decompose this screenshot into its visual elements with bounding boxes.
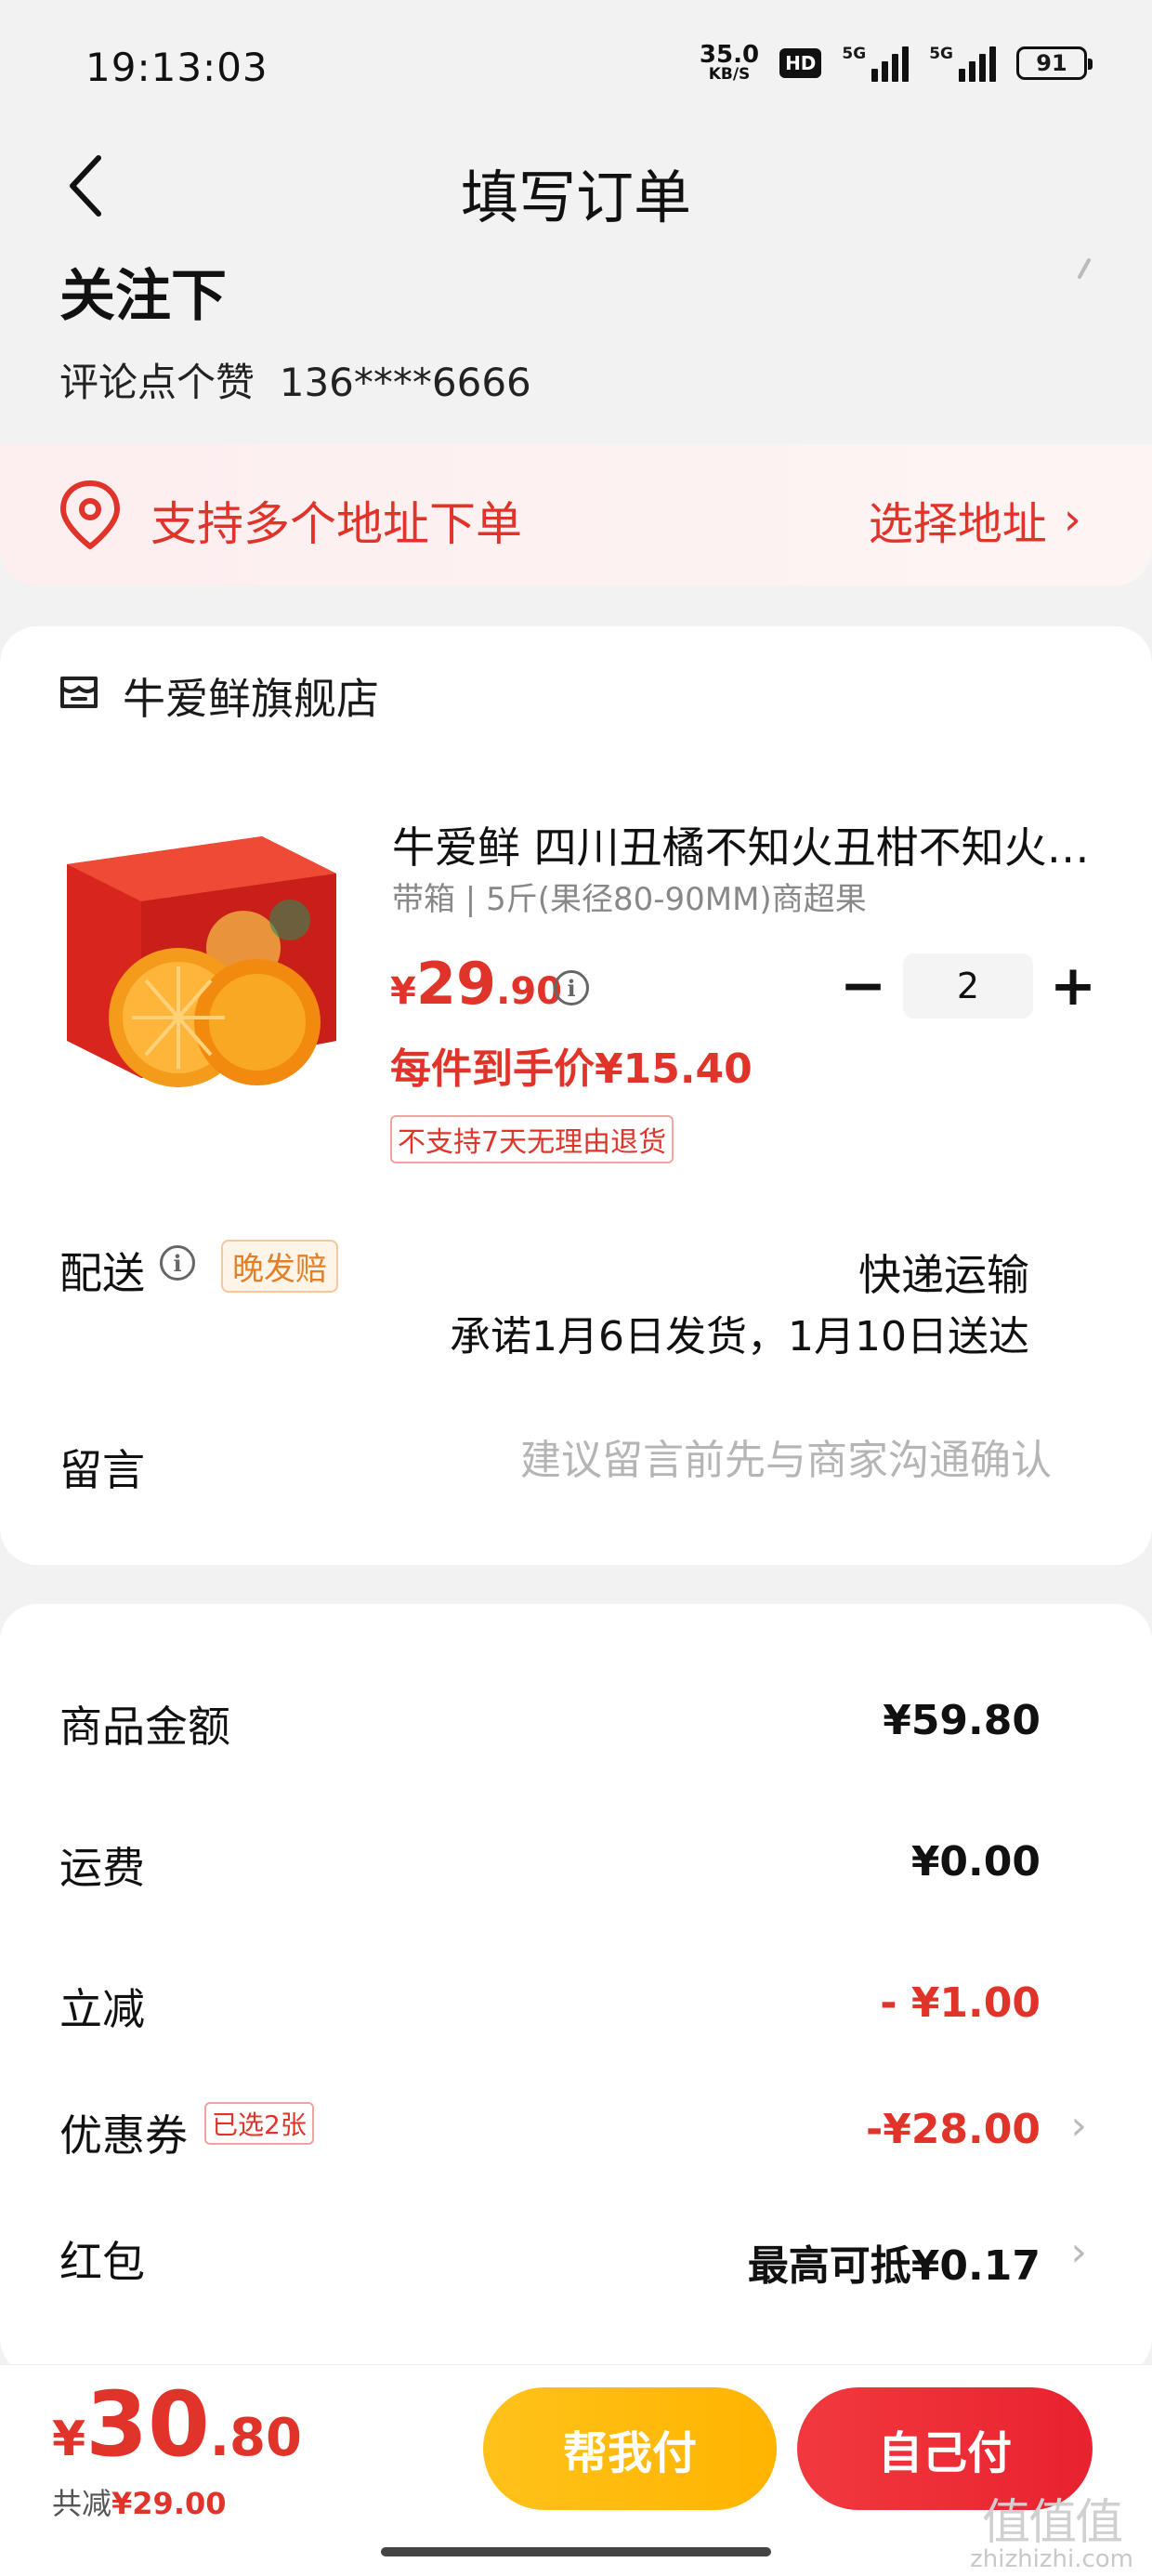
store-name[interactable]: 牛爱鲜旗舰店 <box>123 665 379 727</box>
status-bar: 19:13:03 35.0 KB/S HD 5G 5G 91 <box>0 0 1152 130</box>
coupon-label: 优惠券 <box>59 2110 188 2161</box>
hd-voice-icon: HD <box>779 47 822 78</box>
edit-mark-icon <box>1078 258 1091 279</box>
watermark-url: zhizhizhi.com <box>970 2545 1133 2573</box>
network-speed-unit: KB/S <box>708 65 751 84</box>
delivery-promise: 承诺1月6日发货，1月10日送达 <box>450 1313 1029 1360</box>
chevron-right-icon: › <box>1063 493 1081 545</box>
goods-amount-value: ¥59.80 <box>883 1697 1041 1744</box>
quantity-stepper: − 2 + <box>831 953 1106 1019</box>
location-pin-icon <box>60 480 120 549</box>
saved-value: ¥29.00 <box>111 2486 227 2521</box>
address-detail: 评论点个赞 <box>59 360 255 405</box>
price-integer: 29 <box>415 950 497 1018</box>
shipping-fee-value: ¥0.00 <box>910 1838 1041 1886</box>
saved-label: 共减 <box>52 2486 112 2521</box>
help-me-pay-button[interactable]: 帮我付 <box>483 2387 777 2510</box>
late-compensation-badge: 晚发赔 <box>221 1240 338 1293</box>
battery-icon: 91 <box>1016 46 1093 80</box>
coupon-value[interactable]: -¥28.00 <box>866 2106 1041 2153</box>
store-icon <box>60 677 98 708</box>
recipient-phone: 136****6666 <box>279 360 531 405</box>
order-page: 19:13:03 35.0 KB/S HD 5G 5G 91 填写订单 关注下 … <box>0 0 1152 2576</box>
total-currency: ¥ <box>52 2412 86 2467</box>
total-integer: 30 <box>85 2372 210 2477</box>
decrease-quantity-button[interactable]: − <box>831 953 896 1019</box>
watermark: 值值值 zhizhizhi.com <box>970 2499 1133 2571</box>
product-image-graphic <box>58 808 346 1097</box>
home-indicator[interactable] <box>381 2547 771 2556</box>
price-decimal: .90 <box>496 970 562 1013</box>
quantity-value[interactable]: 2 <box>903 953 1033 1019</box>
pay-myself-button[interactable]: 自己付 <box>797 2387 1093 2510</box>
instant-discount-label: 立减 <box>59 1984 145 2034</box>
choose-address-label: 选择地址 <box>868 498 1047 550</box>
signal-1-label: 5G <box>842 44 867 63</box>
product-title[interactable]: 牛爱鲜 四川丑橘不知火丑柑不知火桔子新鲜水果 <box>392 814 1091 875</box>
product-image[interactable] <box>58 808 346 1097</box>
product-spec: 带箱 | 5斤(果径80-90MM)商超果 <box>392 881 867 918</box>
no-return-badge: 不支持7天无理由退货 <box>390 1115 674 1163</box>
coupon-chevron-icon[interactable]: › <box>1070 2102 1087 2149</box>
status-icons: 35.0 KB/S HD 5G 5G 91 <box>700 43 1093 83</box>
delivery-label: 配送 <box>59 1248 145 1298</box>
shipping-method[interactable]: 快递运输 <box>858 1242 1029 1303</box>
checkout-bar: ¥ 30 .80 共减¥29.00 帮我付 自己付 值值值 zhizhizhi.… <box>0 2364 1152 2576</box>
red-packet-chevron-icon[interactable]: › <box>1070 2228 1087 2276</box>
network-speed: 35.0 KB/S <box>700 43 759 83</box>
coupon-selected-badge: 已选2张 <box>204 2102 314 2145</box>
multi-address-banner[interactable]: 支持多个地址下单 选择地址 › <box>0 444 1152 585</box>
total-saved: 共减¥29.00 <box>52 2480 227 2523</box>
total-price: ¥ 30 .80 <box>52 2372 302 2477</box>
goods-amount-label: 商品金额 <box>59 1702 230 1752</box>
message-label: 留言 <box>59 1445 145 1495</box>
watermark-logo: 值值值 <box>982 2495 1123 2551</box>
delivery-info-icon[interactable]: i <box>160 1245 195 1281</box>
shipping-fee-label: 运费 <box>59 1843 145 1893</box>
signal-icon-1: 5G <box>842 44 910 82</box>
signal-2-label: 5G <box>929 44 953 63</box>
recipient-name: 关注下 <box>59 264 227 329</box>
battery-level: 91 <box>1036 49 1067 76</box>
message-input[interactable] <box>427 1437 1052 1484</box>
nav-bar: 填写订单 <box>0 130 1152 242</box>
address-detail-line: 评论点个赞 136****6666 <box>59 351 531 408</box>
price-currency: ¥ <box>390 970 416 1013</box>
instant-discount-value: - ¥1.00 <box>880 1979 1041 2027</box>
signal-icon-2: 5G <box>929 45 996 82</box>
product-card: 牛爱鲜旗舰店 牛爱鲜 四川丑橘不知火丑柑不知火桔子新鲜水果 带箱 | 5斤(果径… <box>0 626 1152 1565</box>
unit-price: 每件到手价¥15.40 <box>390 1045 753 1093</box>
multi-address-text: 支持多个地址下单 <box>151 497 522 551</box>
page-title: 填写订单 <box>460 164 691 231</box>
red-packet-label: 红包 <box>59 2237 145 2287</box>
red-packet-value[interactable]: 最高可抵¥0.17 <box>748 2232 1041 2292</box>
network-speed-value: 35.0 <box>699 41 760 69</box>
price-info-icon[interactable]: i <box>554 970 589 1005</box>
product-price: ¥ 29 .90 <box>390 950 562 1018</box>
choose-address-button[interactable]: 选择地址 › <box>869 487 1081 552</box>
increase-quantity-button[interactable]: + <box>1041 953 1106 1019</box>
total-decimal: .80 <box>209 2408 302 2468</box>
status-time: 19:13:03 <box>85 45 268 90</box>
price-detail-card: 商品金额 ¥59.80 运费 ¥0.00 立减 - ¥1.00 优惠券 已选2张… <box>0 1604 1152 2375</box>
